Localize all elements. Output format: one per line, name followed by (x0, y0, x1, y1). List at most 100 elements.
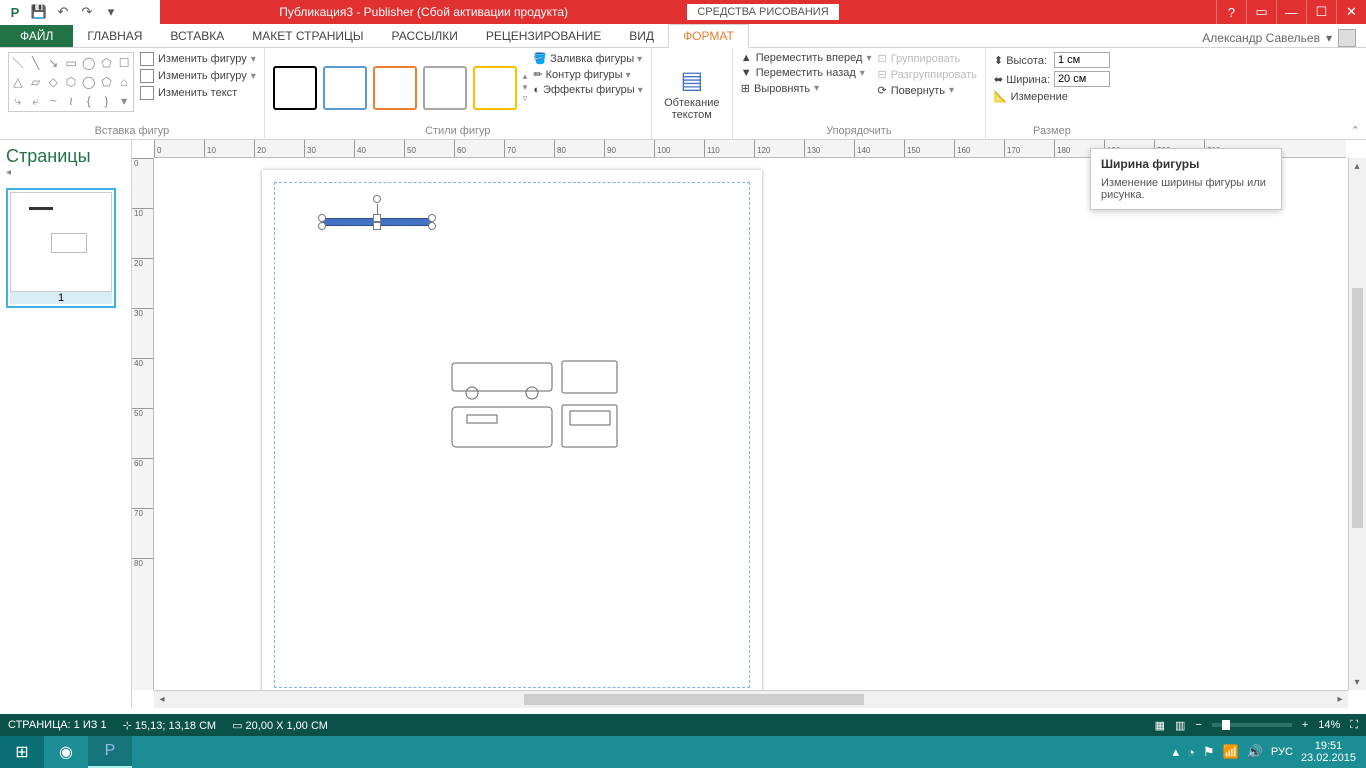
maximize-button[interactable]: ☐ (1306, 0, 1336, 24)
vertical-scrollbar[interactable]: ▴ ▾ (1348, 158, 1366, 690)
change-shape-button[interactable]: Изменить фигуру ▾ (140, 69, 256, 83)
resize-handle[interactable] (373, 222, 381, 230)
canvas[interactable]: 0102030405060708090100110120130140150160… (132, 140, 1366, 708)
zoom-slider[interactable] (1212, 723, 1292, 727)
group-size: ⬍ Высота: ⬌ Ширина: 📐 Измерение Размер (986, 48, 1118, 139)
system-tray: ▴ ◔ ⚑ 📶 🔊 РУС 19:51 23.02.2015 (1172, 740, 1366, 764)
group-label-styles: Стили фигур (273, 123, 643, 137)
scroll-down-icon[interactable]: ▾ (1349, 674, 1365, 690)
vertical-ruler: 01020304050607080 (132, 158, 154, 690)
collapse-ribbon-icon[interactable]: ⌃ (1351, 124, 1360, 137)
shape-effects-button[interactable]: ◐ Эффекты фигуры ▾ (533, 84, 642, 96)
status-bar: СТРАНИЦА: 1 ИЗ 1 ⊹ 15,13; 13,18 СМ ▭ 20,… (0, 714, 1366, 736)
tray-language[interactable]: РУС (1271, 746, 1293, 758)
align-button[interactable]: ⊞ Выровнять ▾ (741, 82, 872, 95)
wrap-text-icon: ▤ (680, 66, 703, 95)
taskbar-chrome[interactable]: ◉ (44, 736, 88, 768)
tray-network-icon[interactable]: 📶 (1223, 744, 1239, 760)
wrap-text-button[interactable]: ▤ Обтекание текстом (660, 52, 724, 135)
save-icon[interactable]: 💾 (30, 3, 48, 21)
tab-page-layout[interactable]: МАКЕТ СТРАНИЦЫ (238, 25, 377, 47)
zoom-in-icon[interactable]: + (1302, 719, 1308, 731)
qat-more-icon[interactable]: ▾ (102, 3, 120, 21)
zoom-level[interactable]: 14% (1318, 719, 1340, 731)
resize-handle[interactable] (428, 222, 436, 230)
selected-shape[interactable] (322, 218, 432, 226)
tray-app-icon[interactable]: ◔ (1187, 745, 1195, 760)
measurement-button[interactable]: 📐 Измерение (994, 90, 1110, 103)
scroll-left-icon[interactable]: ◂ (154, 691, 170, 707)
width-input[interactable] (1054, 71, 1110, 87)
bring-forward-button[interactable]: ▲ Переместить вперед ▾ (741, 52, 872, 64)
styles-gallery[interactable]: ▴▾▿ (273, 52, 528, 123)
shapes-gallery[interactable]: ＼╲↘▭◯⬠☐ △▱◇⬡◯⬠⌂ ⤷⤶~≀{}▾ (8, 52, 134, 112)
redo-icon[interactable]: ↷ (78, 3, 96, 21)
ribbon: ＼╲↘▭◯⬠☐ △▱◇⬡◯⬠⌂ ⤷⤶~≀{}▾ Изменить фигуру … (0, 48, 1366, 140)
send-backward-button[interactable]: ▼ Переместить назад ▾ (741, 67, 872, 79)
start-button[interactable]: ⊞ (0, 736, 44, 768)
window-controls: ? ▭ — ☐ ✕ (1216, 0, 1366, 24)
tray-volume-icon[interactable]: 🔊 (1247, 744, 1263, 760)
ribbon-display-button[interactable]: ▭ (1246, 0, 1276, 24)
edit-text-button[interactable]: Изменить текст (140, 86, 256, 100)
tray-show-hidden-icon[interactable]: ▴ (1172, 744, 1179, 760)
avatar[interactable] (1338, 29, 1356, 47)
tab-review[interactable]: РЕЦЕНЗИРОВАНИЕ (472, 25, 615, 47)
view-two-page-icon[interactable]: ▥ (1175, 719, 1185, 732)
tray-flag-icon[interactable]: ⚑ (1203, 744, 1215, 760)
group-label-shapes: Вставка фигур (8, 123, 256, 137)
quick-access-toolbar: P 💾 ↶ ↷ ▾ (0, 0, 160, 24)
status-position: ⊹ 15,13; 13,18 СМ (123, 719, 217, 732)
tooltip-body: Изменение ширины фигуры или рисунка. (1101, 177, 1266, 201)
group-label-size: Размер (994, 123, 1110, 137)
shape-fill-button[interactable]: 🪣 Заливка фигуры ▾ (533, 52, 642, 65)
tab-format[interactable]: ФОРМАТ (668, 24, 749, 48)
vehicle-drawing[interactable] (447, 355, 627, 455)
tab-mailings[interactable]: РАССЫЛКИ (378, 25, 472, 47)
edit-shape-button[interactable]: Изменить фигуру ▾ (140, 52, 256, 66)
user-name: Александр Савельев (1202, 31, 1320, 45)
height-input[interactable] (1054, 52, 1110, 68)
resize-handle[interactable] (318, 214, 326, 222)
group-insert-shapes: ＼╲↘▭◯⬠☐ △▱◇⬡◯⬠⌂ ⤷⤶~≀{}▾ Изменить фигуру … (0, 48, 265, 139)
taskbar-publisher[interactable]: P (88, 736, 132, 768)
tab-home[interactable]: ГЛАВНАЯ (73, 25, 156, 47)
status-page[interactable]: СТРАНИЦА: 1 ИЗ 1 (8, 719, 107, 731)
group-wrap-text: ▤ Обтекание текстом (652, 48, 733, 139)
user-dropdown-icon[interactable]: ▾ (1326, 31, 1332, 45)
scroll-right-icon[interactable]: ▸ (1332, 691, 1348, 707)
tooltip-title: Ширина фигуры (1101, 157, 1271, 171)
taskbar: ⊞ ◉ P ▴ ◔ ⚑ 📶 🔊 РУС 19:51 23.02.2015 (0, 736, 1366, 768)
group-shape-styles: ▴▾▿ 🪣 Заливка фигуры ▾ ✏ Контур фигуры ▾… (265, 48, 652, 139)
rotate-handle[interactable] (373, 195, 381, 203)
close-button[interactable]: ✕ (1336, 0, 1366, 24)
minimize-button[interactable]: — (1276, 0, 1306, 24)
group-label-arrange: Упорядочить (741, 123, 977, 137)
title-bar: P 💾 ↶ ↷ ▾ Публикация3 - Publisher (Сбой … (0, 0, 1366, 24)
resize-handle[interactable] (428, 214, 436, 222)
shape-outline-button[interactable]: ✏ Контур фигуры ▾ (533, 68, 642, 81)
resize-handle[interactable] (318, 222, 326, 230)
contextual-tab-header: СРЕДСТВА РИСОВАНИЯ (687, 4, 838, 20)
scroll-thumb[interactable] (524, 694, 864, 705)
scroll-thumb[interactable] (1352, 288, 1363, 528)
horizontal-scrollbar[interactable]: ◂ ▸ (154, 690, 1348, 708)
tab-view[interactable]: ВИД (615, 25, 668, 47)
resize-handle[interactable] (373, 214, 381, 222)
page[interactable] (262, 170, 762, 700)
tab-file[interactable]: ФАЙЛ (0, 25, 73, 47)
height-label: ⬍ Высота: (994, 54, 1050, 67)
zoom-out-icon[interactable]: − (1195, 719, 1201, 731)
scroll-up-icon[interactable]: ▴ (1349, 158, 1365, 174)
tray-clock[interactable]: 19:51 23.02.2015 (1301, 740, 1356, 764)
ribbon-tabs: ФАЙЛ ГЛАВНАЯ ВСТАВКА МАКЕТ СТРАНИЦЫ РАСС… (0, 24, 1366, 48)
view-single-icon[interactable]: ▦ (1155, 719, 1165, 732)
tab-insert[interactable]: ВСТАВКА (156, 25, 238, 47)
fit-page-icon[interactable]: ⛶ (1350, 719, 1358, 732)
account-area[interactable]: Александр Савельев ▾ (1192, 29, 1366, 47)
help-button[interactable]: ? (1216, 0, 1246, 24)
publisher-icon[interactable]: P (6, 3, 24, 21)
rotate-button[interactable]: ⟳ Повернуть ▾ (878, 84, 977, 97)
page-thumbnail[interactable]: 1 (6, 188, 116, 308)
undo-icon[interactable]: ↶ (54, 3, 72, 21)
